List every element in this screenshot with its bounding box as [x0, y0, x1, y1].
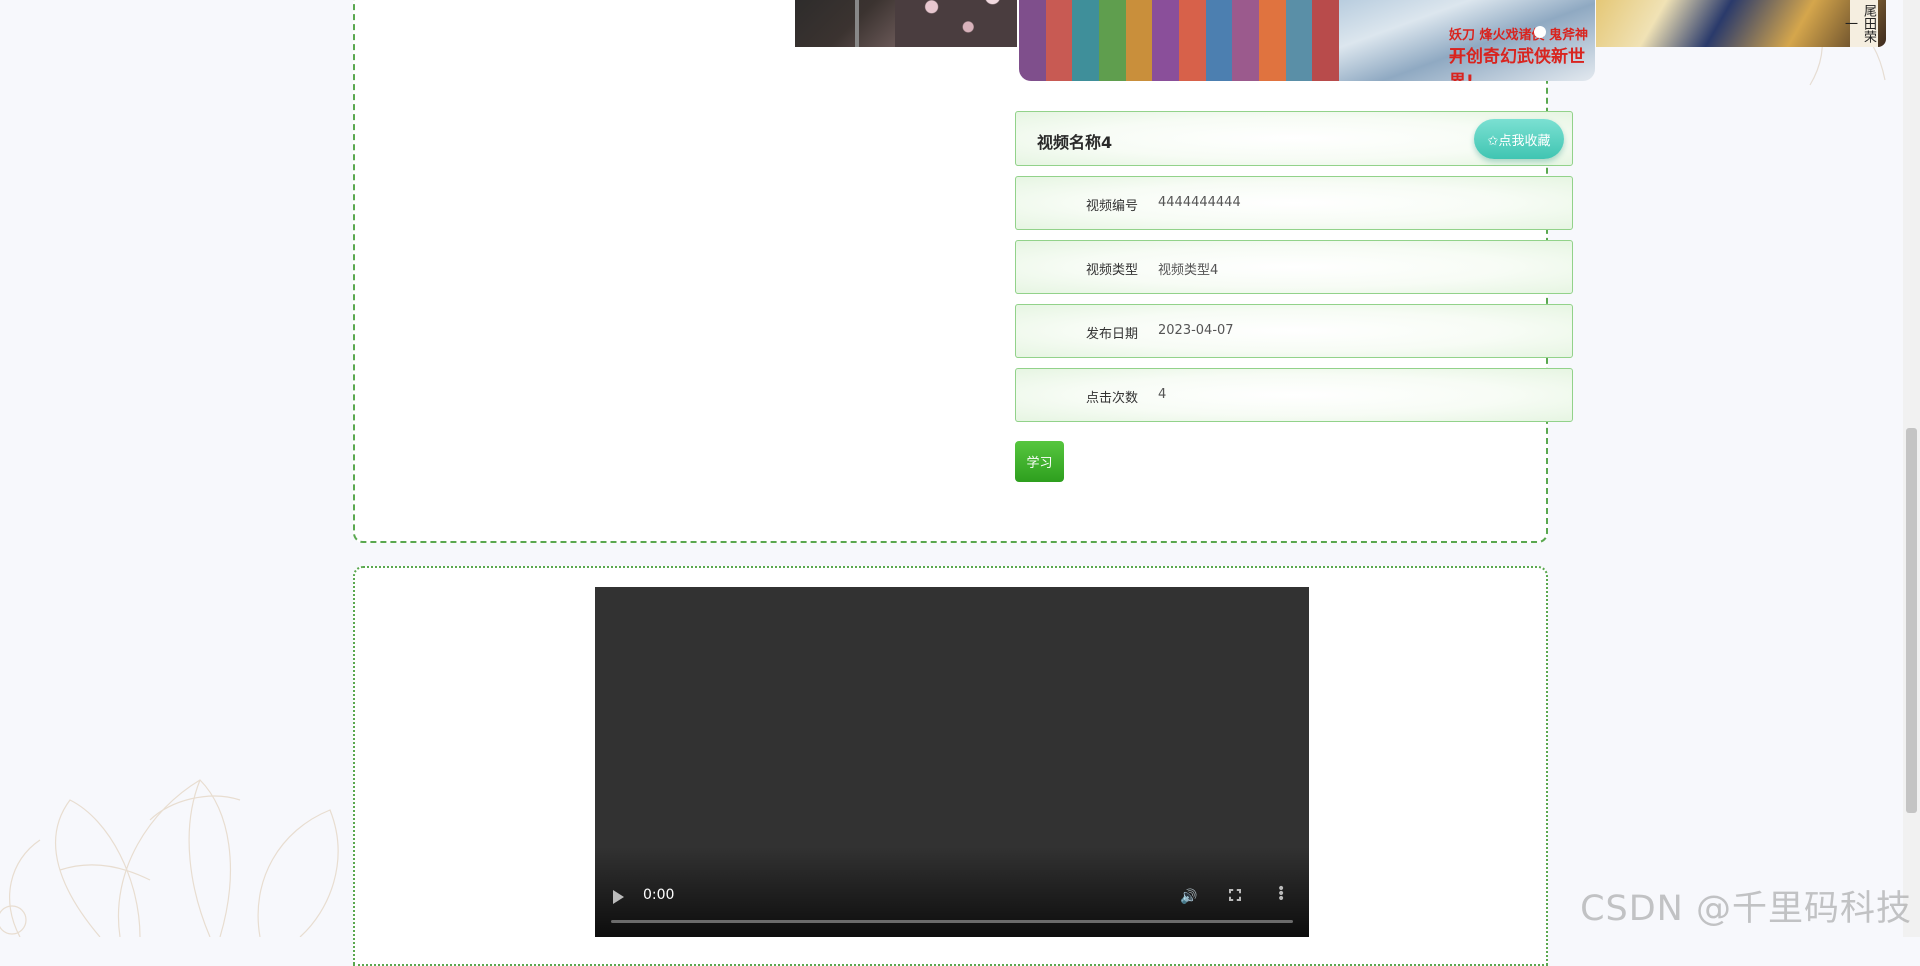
info-value: 视频类型4	[1158, 263, 1219, 278]
carousel-slide-right[interactable]: 尾田荣一	[1596, 0, 1886, 47]
info-label: 视频编号	[1085, 199, 1138, 214]
info-row-video-type: 视频类型 视频类型4	[1015, 240, 1573, 294]
scrollbar-thumb[interactable]	[1906, 428, 1917, 813]
scrollbar-track[interactable]	[1903, 0, 1920, 937]
favorite-button[interactable]: ✩点我收藏	[1474, 119, 1564, 159]
player-control-gradient	[595, 847, 1309, 937]
lotus-decoration-icon	[0, 779, 339, 937]
info-label: 点击次数	[1085, 391, 1138, 406]
info-value: 4444444444	[1158, 195, 1241, 210]
image-carousel[interactable]: 妖刀 烽火戏诸侯 鬼斧神工 开创奇幻武侠新世界! 尾田荣一	[795, 0, 1886, 81]
info-row-video-id: 视频编号 4444444444	[1015, 176, 1573, 230]
carousel-slide-active[interactable]: 妖刀 烽火戏诸侯 鬼斧神工 开创奇幻武侠新世界!	[1019, 0, 1595, 81]
progress-bar[interactable]	[611, 920, 1293, 923]
carousel-slide-decoration	[855, 0, 859, 47]
video-title-row: 视频名称4 ✩点我收藏	[1015, 111, 1573, 166]
video-detail-panel: 妖刀 烽火戏诸侯 鬼斧神工 开创奇幻武侠新世界! 尾田荣一 视频名称4 ✩点我收…	[353, 0, 1886, 543]
info-value: 4	[1158, 387, 1167, 402]
info-value: 2023-04-07	[1158, 323, 1234, 338]
more-options-icon[interactable]: •••	[1277, 882, 1285, 906]
carousel-slide-caption: 尾田荣一	[1842, 0, 1878, 47]
info-label: 发布日期	[1085, 327, 1138, 342]
info-row-click-count: 点击次数 4	[1015, 368, 1573, 422]
player-time: 0:00	[643, 887, 675, 903]
carousel-slide-decoration	[895, 0, 1017, 47]
play-icon[interactable]	[613, 890, 624, 904]
carousel-indicator-dot[interactable]	[1534, 26, 1546, 38]
poster-headline: 开创奇幻武侠新世界!	[1449, 47, 1585, 81]
carousel-poster-image: 妖刀 烽火戏诸侯 鬼斧神工 开创奇幻武侠新世界!	[1339, 0, 1595, 81]
book-spines-image	[1019, 0, 1340, 81]
video-player[interactable]: 0:00 🔊 •••	[595, 587, 1309, 937]
volume-icon[interactable]: 🔊	[1180, 889, 1197, 905]
watermark: CSDN @千里码科技	[1580, 889, 1912, 929]
info-label: 视频类型	[1085, 263, 1138, 278]
study-button[interactable]: 学习	[1015, 441, 1064, 482]
carousel-slide-left[interactable]	[795, 0, 1017, 47]
video-title: 视频名称4	[1037, 133, 1113, 152]
info-row-publish-date: 发布日期 2023-04-07	[1015, 304, 1573, 358]
